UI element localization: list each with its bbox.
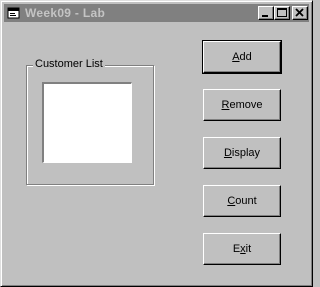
display-button[interactable]: Display	[203, 137, 281, 169]
maximize-icon	[277, 8, 287, 17]
app-window: Week09 - Lab Customer List Add Remove Disp…	[0, 0, 313, 287]
remove-button[interactable]: Remove	[203, 89, 281, 121]
close-icon	[295, 8, 304, 17]
minimize-icon	[262, 15, 268, 17]
count-button-label: Count	[227, 195, 257, 207]
minimize-button[interactable]	[258, 6, 274, 20]
maximize-button[interactable]	[274, 6, 290, 20]
count-button[interactable]: Count	[203, 185, 281, 217]
exit-button[interactable]: Exit	[203, 233, 281, 265]
customer-listbox[interactable]	[42, 82, 132, 163]
exit-button-label: Exit	[232, 243, 252, 255]
title-bar[interactable]: Week09 - Lab	[4, 4, 309, 22]
window-title: Week09 - Lab	[25, 6, 106, 20]
frame-label: Customer List	[33, 58, 105, 70]
add-button[interactable]: Add	[202, 40, 282, 74]
close-button[interactable]	[292, 6, 308, 20]
add-button-label: Add	[232, 51, 252, 63]
display-button-label: Display	[223, 147, 261, 159]
remove-button-label: Remove	[221, 99, 263, 111]
form-icon[interactable]	[7, 6, 21, 20]
